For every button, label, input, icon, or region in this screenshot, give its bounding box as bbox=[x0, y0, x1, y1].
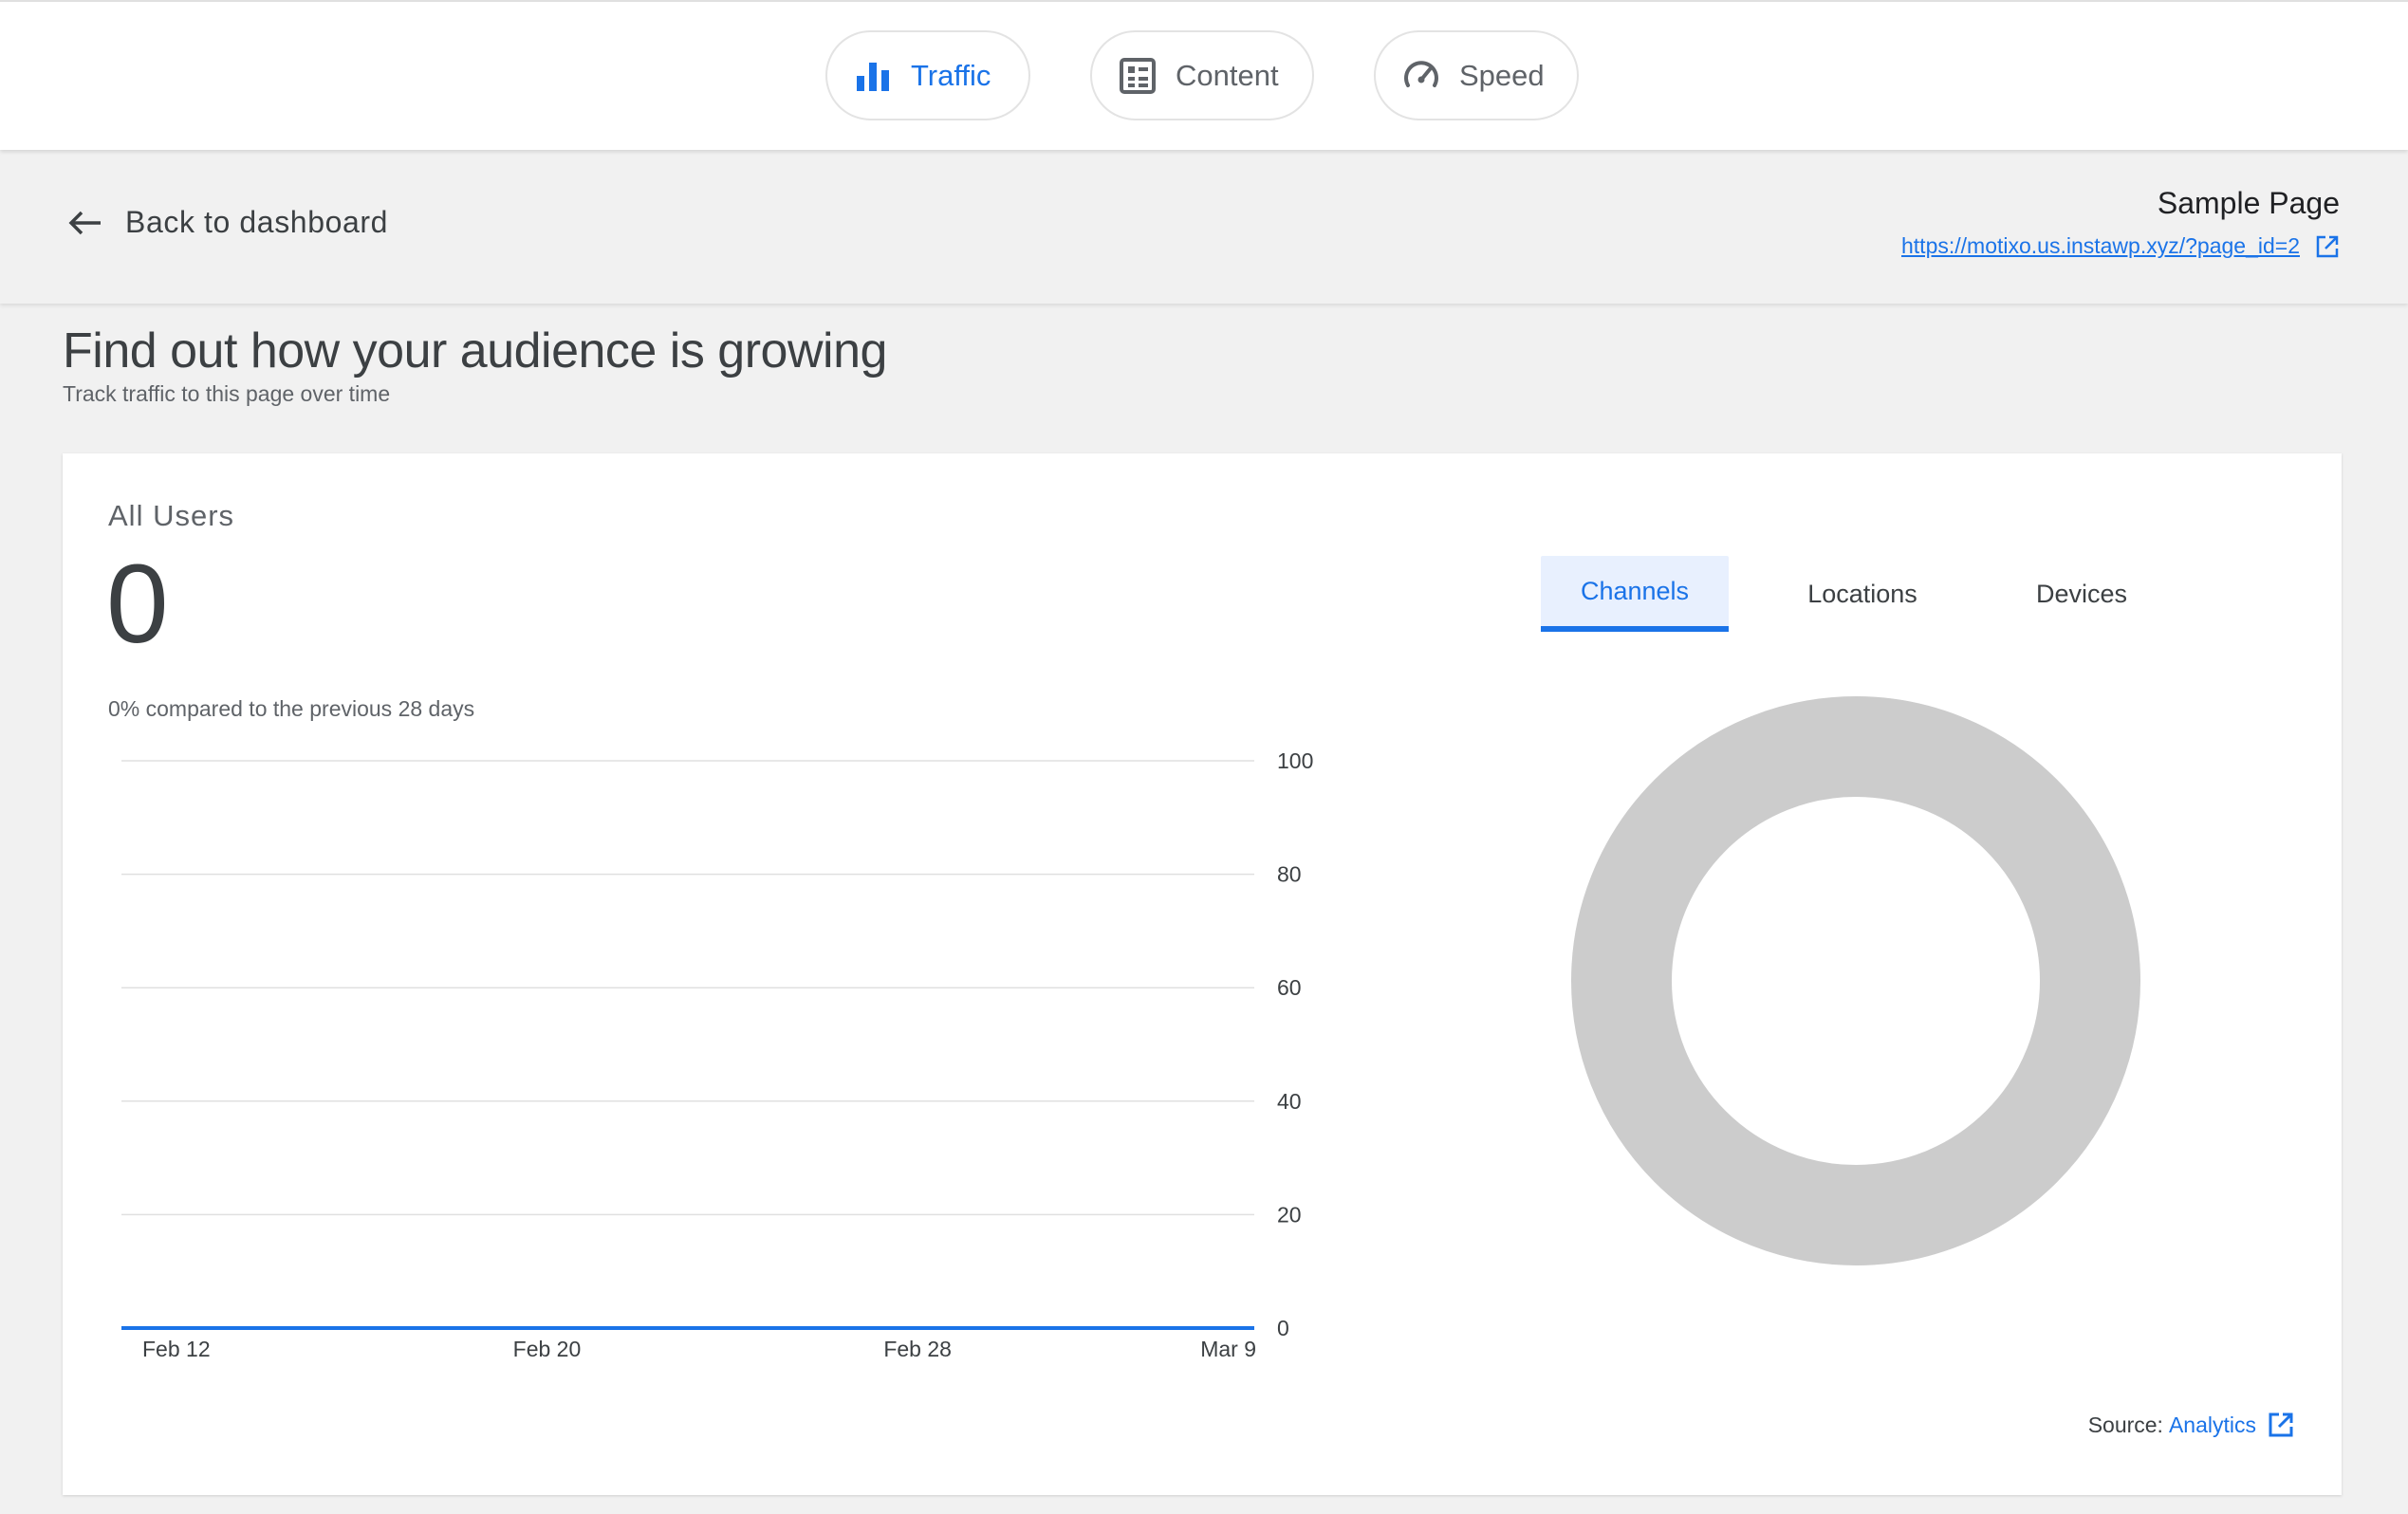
tab-content[interactable]: Content bbox=[1090, 30, 1314, 120]
users-line-chart: 0 20 40 60 80 100 Feb 12 Feb 20 Feb 28 Mar 9 bbox=[121, 748, 1313, 1361]
all-users-card: All Users 0 0% compared to the previous … bbox=[63, 453, 2342, 1495]
x-tick-label: Feb 12 bbox=[142, 1337, 211, 1361]
back-to-dashboard-link[interactable]: Back to dashboard bbox=[68, 205, 388, 240]
back-label: Back to dashboard bbox=[125, 205, 389, 239]
source-attribution: Source: Analytics bbox=[2088, 1412, 2294, 1438]
x-tick-label: Feb 28 bbox=[883, 1337, 952, 1361]
page-title: Sample Page bbox=[2157, 186, 2340, 220]
y-tick-label: 20 bbox=[1277, 1202, 1302, 1227]
y-tick-label: 100 bbox=[1277, 748, 1313, 773]
section-heading: Find out how your audience is growing bbox=[63, 323, 887, 378]
tab-label: Speed bbox=[1459, 58, 1545, 92]
source-prefix: Source: bbox=[2087, 1412, 2163, 1437]
page-header: Back to dashboard Sample Page https://mo… bbox=[0, 150, 2408, 304]
page-url-link[interactable]: https://motixo.us.instawp.xyz/?page_id=2 bbox=[1901, 233, 2300, 259]
page-url-row: https://motixo.us.instawp.xyz/?page_id=2 bbox=[1901, 233, 2340, 259]
arrow-left-icon bbox=[68, 211, 101, 234]
y-tick-label: 80 bbox=[1277, 862, 1302, 887]
tab-label: Devices bbox=[2035, 579, 2128, 608]
tab-channels[interactable]: Channels bbox=[1541, 556, 1729, 632]
x-tick-label: Mar 9 bbox=[1200, 1337, 1256, 1361]
channels-donut-chart bbox=[1571, 696, 2140, 1265]
tab-label: Content bbox=[1176, 58, 1279, 92]
y-tick-label: 40 bbox=[1277, 1089, 1302, 1114]
tab-label: Locations bbox=[1807, 579, 1917, 608]
tab-locations[interactable]: Locations bbox=[1729, 556, 1996, 632]
external-link-icon[interactable] bbox=[2315, 234, 2340, 259]
speedometer-icon bbox=[1402, 57, 1440, 95]
tab-label: Channels bbox=[1580, 576, 1690, 605]
y-tick-label: 0 bbox=[1277, 1316, 1289, 1340]
content-list-icon bbox=[1119, 57, 1157, 95]
top-navigation: Traffic Content Speed bbox=[0, 0, 2408, 150]
tab-speed[interactable]: Speed bbox=[1374, 30, 1579, 120]
analytics-link[interactable]: Analytics bbox=[2169, 1412, 2256, 1438]
dimension-tabs: Channels Locations Devices bbox=[1541, 556, 2167, 632]
tab-devices[interactable]: Devices bbox=[1996, 556, 2167, 632]
x-tick-label: Feb 20 bbox=[513, 1337, 582, 1361]
tab-traffic[interactable]: Traffic bbox=[825, 30, 1030, 120]
bar-chart-icon bbox=[854, 57, 892, 95]
y-tick-label: 60 bbox=[1277, 975, 1302, 1000]
external-link-icon[interactable] bbox=[2268, 1412, 2294, 1438]
tab-label: Traffic bbox=[911, 58, 991, 92]
donut-empty-ring bbox=[1571, 696, 2140, 1265]
section-subheading: Track traffic to this page over time bbox=[63, 381, 391, 406]
